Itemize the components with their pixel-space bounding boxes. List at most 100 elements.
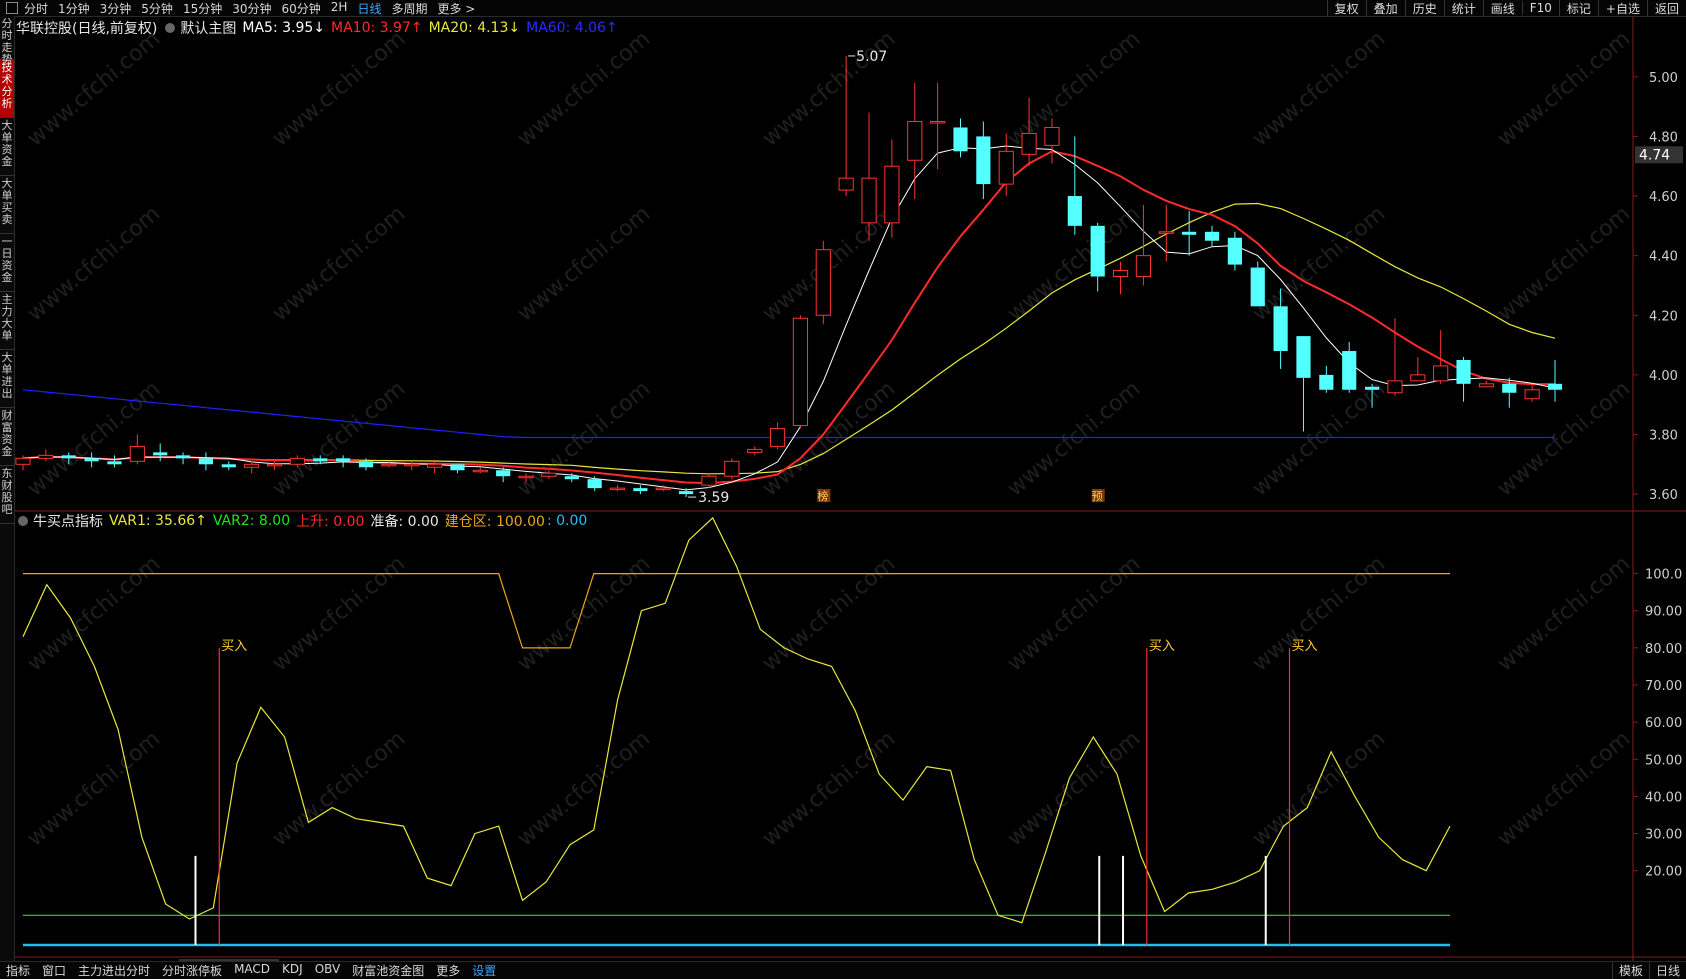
watermark-text: www.cfchi.com [268,376,410,501]
toolbar-button[interactable]: 统计 [1443,0,1483,17]
watermark-text: www.cfchi.com [268,726,410,851]
settings-circle-icon[interactable] [165,23,176,33]
candle-body [976,136,991,185]
candle-body [769,428,786,447]
indicator-series-line [22,516,1451,924]
period-tab[interactable]: 分时 [24,0,48,17]
bottom-right-button[interactable]: 模板 [1611,962,1649,979]
period-tab[interactable]: 1分钟 [58,0,90,17]
window-icon[interactable] [6,2,18,14]
sidebar-item[interactable]: 大单资金 [0,118,14,176]
top-toolbar: 分时 1分钟 3分钟 5分钟 15分钟 30分钟 60分钟 2H 日线 多周期 更多 > 复权 叠加历… [0,0,1686,17]
period-tab[interactable]: 更多 > [437,0,475,17]
y-tick-label: 4.00 [1649,369,1678,384]
candle-body [244,463,260,468]
indicator-tabs: 指标 窗口 主力进出分时 分时涨停板 MACD KDJ OBV 财富池资金图 更多 设置 [0,962,502,979]
ready-label: 准备: 0.00 [370,514,439,530]
period-tab[interactable]: 30分钟 [232,0,271,17]
watermark-text: www.cfchi.com [758,726,900,851]
sidebar-item[interactable]: 财富资金 [0,408,14,466]
candle-body [564,476,579,480]
candle-body [1524,389,1540,400]
toolbar-button[interactable]: +自选 [1597,0,1647,17]
candle-body [1364,386,1380,390]
chart-area[interactable]: www.cfchi.com www.cfchi.com www.cfchi.com w… [15,17,1686,961]
sidebar-item[interactable]: 大单买卖 [0,176,14,234]
watermark-layer: www.cfchi.com www.cfchi.com www.cfchi.com w… [23,26,1635,851]
candle-body [313,458,328,462]
candle-body [84,458,99,462]
toolbar-button[interactable]: 返回 [1646,0,1686,17]
watermark-text: www.cfchi.com [1003,376,1145,501]
indicator-tab[interactable]: 窗口 [36,962,72,979]
candle-body [861,177,877,224]
period-tab[interactable]: 5分钟 [141,0,173,17]
sidebar-item[interactable]: 技术分析 [0,60,14,118]
candle-body [289,457,305,465]
watermark-text: www.cfchi.com [23,201,165,326]
candle-body [1456,359,1471,384]
indicator-tab[interactable]: 指标 [0,962,36,979]
watermark-text: www.cfchi.com [1493,551,1635,676]
period-tab[interactable]: 3分钟 [100,0,132,17]
period-tab[interactable]: 15分钟 [183,0,222,17]
watermark-text: www.cfchi.com [1493,201,1635,326]
toolbar-button[interactable]: 画线 [1482,0,1522,17]
candle-body [1296,336,1311,378]
indicator-tab[interactable]: MACD [228,962,276,979]
sidebar-item[interactable]: 分时走势 [0,16,14,66]
indicator-tab[interactable]: OBV [309,962,347,979]
indicator-tab[interactable]: 设置 [466,962,502,979]
watermark-text: www.cfchi.com [1003,26,1145,151]
indicator-title[interactable]: 牛买点指标 [33,511,103,531]
low-label: 3.59 [698,490,729,506]
candle-body [1067,196,1082,226]
indicator-tab[interactable]: 财富池资金图 [346,962,430,979]
indicator-tab[interactable]: 分时涨停板 [156,962,228,979]
toolbar-button[interactable]: 标记 [1558,0,1598,17]
candle-body [198,458,214,465]
watermark-text: www.cfchi.com [23,551,165,676]
indicator-tab[interactable]: 更多 [430,962,466,979]
candle-body [1135,255,1152,278]
sidebar-item[interactable]: 主力大单 [0,292,14,350]
event-mark: 榜 [817,489,828,503]
candle-body [129,445,145,462]
candle-body [1319,374,1334,390]
watermark-text: www.cfchi.com [1003,726,1145,851]
ma60-label: MA60: 4.06↑ [526,20,618,36]
sidebar-item[interactable]: 大单进出 [0,350,14,408]
chart-label[interactable]: 默认主图 [180,18,236,38]
indicator-tab[interactable]: 主力进出分时 [72,962,156,979]
stock-title: 华联控股(日线,前复权) [16,21,158,37]
period-tab[interactable]: 多周期 [391,0,427,17]
toolbar-button[interactable]: 叠加 [1365,0,1405,17]
candle-body [496,470,511,477]
settings-circle-icon[interactable] [18,516,28,526]
toolbar-button[interactable]: F10 [1521,1,1559,15]
candle-body [107,461,122,465]
period-tab[interactable]: 2H [331,0,348,17]
candle-body [1502,383,1517,393]
watermark-text: www.cfchi.com [1248,726,1390,851]
y-tick-label: 3.60 [1649,488,1678,503]
candle-body [221,464,236,468]
watermark-text: www.cfchi.com [23,726,165,851]
toolbar-button[interactable]: 历史 [1404,0,1444,17]
candle-body [907,121,923,161]
candle-body [1478,383,1494,388]
candle-body [953,127,968,152]
indicator-tab[interactable]: KDJ [276,962,309,979]
period-tab[interactable]: 60分钟 [282,0,321,17]
ma10-label: MA10: 3.97↑ [331,20,423,36]
buy-signal-label: 买入 [1292,639,1318,654]
toolbar-button[interactable]: 复权 [1326,0,1366,17]
watermark-text: www.cfchi.com [1003,551,1145,676]
candle-body [61,455,76,459]
bottom-right-button[interactable]: 日线 [1648,962,1686,979]
rise-label: 上升: 0.00 [296,514,365,530]
sidebar-item[interactable]: 东财股吧 [0,466,14,524]
period-tab[interactable]: 日线 [357,0,381,17]
high-label: 5.07 [856,49,887,65]
sidebar-item[interactable]: 一日资金 [0,234,14,292]
